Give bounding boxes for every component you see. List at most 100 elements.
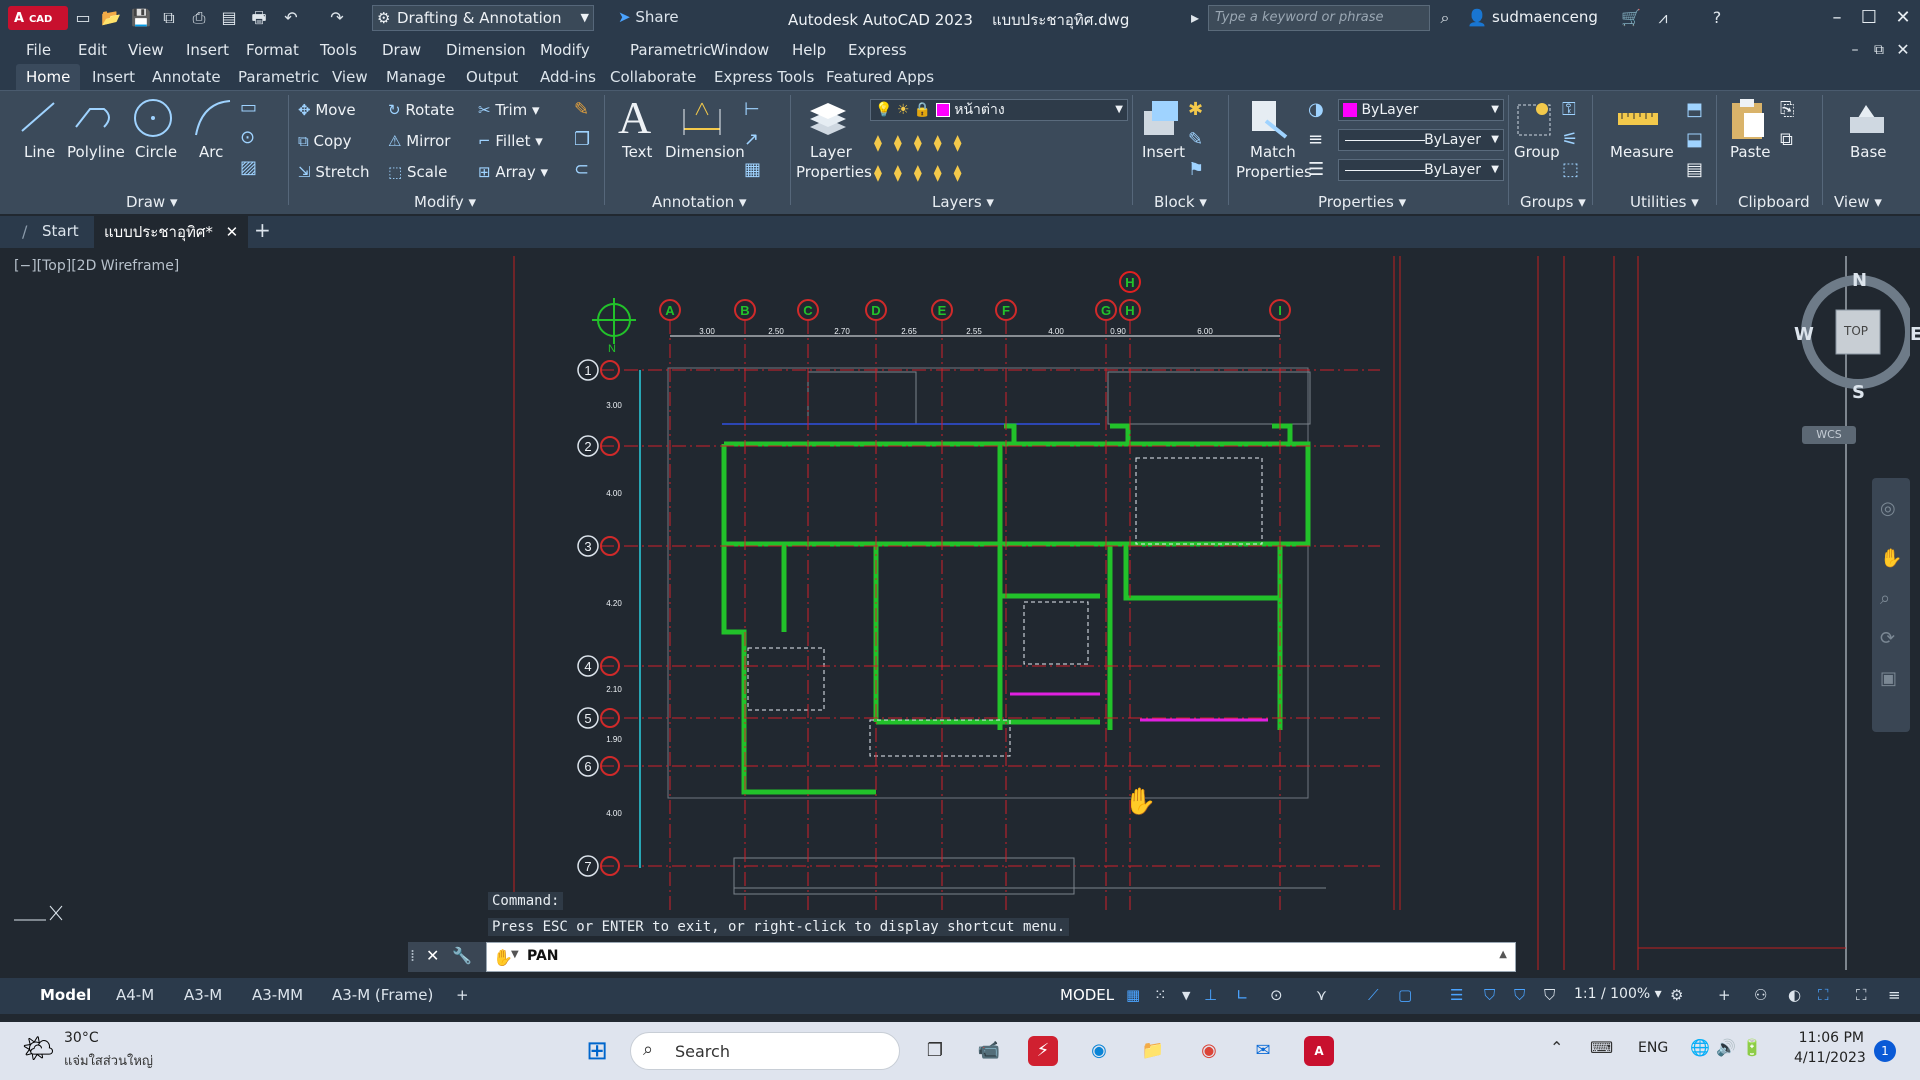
- battery-icon[interactable]: 🔋: [1742, 1038, 1762, 1057]
- layout-tab-a3-m[interactable]: A3-M: [184, 986, 222, 1004]
- viewcube[interactable]: N S W E TOP: [1794, 270, 1920, 403]
- annotation-visibility-icon[interactable]: ⛉: [1484, 986, 1495, 1004]
- keyboard-icon[interactable]: ⌨: [1590, 1038, 1613, 1057]
- isodraft-icon[interactable]: ⋎: [1316, 986, 1327, 1004]
- chevron-up-icon[interactable]: ▲: [1499, 949, 1507, 960]
- grid-bubble-col: G: [1095, 299, 1117, 321]
- wcs-menu[interactable]: WCS: [1802, 426, 1856, 444]
- row-dimension-text: 1.90: [606, 735, 622, 744]
- add-layout-icon[interactable]: +: [456, 986, 469, 1004]
- plus-icon[interactable]: +: [1718, 986, 1731, 1004]
- grid-bubble-col: C: [797, 299, 819, 321]
- grid-bubble-col: I: [1269, 299, 1291, 321]
- osnap-icon[interactable]: ▢: [1398, 986, 1412, 1004]
- annotation-scale-dropdown[interactable]: 1:1 / 100% ▾: [1574, 986, 1662, 1002]
- viewcube-east[interactable]: E: [1910, 324, 1920, 345]
- col-dimension-text: 6.00: [1197, 327, 1213, 336]
- command-history-line-1: Command:: [488, 892, 564, 910]
- row-dimension-text: 4.00: [606, 489, 622, 498]
- workspace-gear-icon[interactable]: ⚙: [1670, 986, 1683, 1004]
- grid-row-label: 7: [584, 859, 591, 874]
- grid-bubble-col: A: [659, 299, 681, 321]
- showmotion-icon[interactable]: ▣: [1880, 668, 1897, 689]
- wrench-icon[interactable]: 🔧: [452, 946, 472, 965]
- grid-row-label: 4: [584, 659, 591, 674]
- chevron-down-icon[interactable]: ▼: [1182, 989, 1190, 1002]
- grid-col-label: D: [871, 303, 880, 318]
- steering-wheel-icon[interactable]: ◎: [1880, 498, 1896, 519]
- command-tools: ⁞ ✕ 🔧: [408, 942, 488, 972]
- grid-bubble-col: D: [865, 299, 887, 321]
- grid-col-label: H: [1125, 275, 1134, 290]
- layout-tab-a3-m-frame-[interactable]: A3-M (Frame): [332, 986, 433, 1004]
- clock-date[interactable]: 4/11/2023: [1794, 1050, 1866, 1066]
- pan-icon[interactable]: ✋: [1880, 548, 1902, 569]
- grid-col-label: I: [1278, 303, 1282, 318]
- row-dimension-text: 4.00: [606, 809, 622, 818]
- mail-icon[interactable]: ✉: [1248, 1036, 1278, 1066]
- grid-col-label: G: [1101, 303, 1111, 318]
- chevron-up-icon[interactable]: ⌃: [1550, 1038, 1563, 1057]
- zoom-icon[interactable]: ⌕: [1880, 588, 1890, 609]
- task-view-icon[interactable]: ❐: [920, 1036, 950, 1066]
- snap-icon[interactable]: ⁙: [1154, 986, 1167, 1004]
- grid-col-label: H: [1125, 303, 1134, 318]
- weather-temp[interactable]: 30°C: [64, 1030, 99, 1046]
- roof-hatch: [807, 371, 917, 425]
- volume-icon[interactable]: 🔊: [1716, 1038, 1736, 1057]
- polar-icon[interactable]: ⊙: [1270, 986, 1283, 1004]
- edge-icon[interactable]: ◉: [1084, 1036, 1114, 1066]
- ortho-icon[interactable]: ∟: [1236, 986, 1249, 1004]
- language-indicator[interactable]: ENG: [1638, 1040, 1668, 1056]
- annotation-scale-icon[interactable]: ⛉: [1544, 986, 1555, 1004]
- object-track-icon[interactable]: ⟋: [1368, 986, 1379, 1004]
- grip-icon[interactable]: ⁞: [410, 946, 415, 965]
- layout-tab-a4-m[interactable]: A4-M: [116, 986, 154, 1004]
- model-space-toggle[interactable]: MODEL: [1060, 986, 1114, 1004]
- taskbar-search[interactable]: ⌕ Search: [630, 1032, 900, 1070]
- chrome-icon[interactable]: ◉: [1194, 1036, 1224, 1066]
- viewcube-south[interactable]: S: [1852, 382, 1865, 403]
- clock-time[interactable]: 11:06 PM: [1794, 1030, 1864, 1046]
- grid-icon[interactable]: ▦: [1126, 986, 1140, 1004]
- grid-bubble-col: E: [931, 299, 953, 321]
- layout-tab-model[interactable]: Model: [40, 986, 91, 1004]
- col-dimension-text: 2.65: [901, 327, 917, 336]
- weather-icon[interactable]: 🌤: [22, 1034, 55, 1064]
- svg-text:N: N: [608, 343, 616, 355]
- grid-col-label: F: [1002, 303, 1010, 318]
- hand-icon: ✋: [493, 948, 513, 967]
- ucs-icon: [14, 905, 63, 921]
- orbit-icon[interactable]: ⟳: [1880, 628, 1895, 649]
- layout-tab-a3-mm[interactable]: A3-MM: [252, 986, 303, 1004]
- isolate-icon[interactable]: ⚇: [1754, 986, 1767, 1004]
- grid-bubble-col: H: [1119, 271, 1141, 293]
- clean-screen-icon[interactable]: ⛶: [1818, 986, 1829, 1004]
- hardware-accel-icon[interactable]: ◐: [1788, 986, 1801, 1004]
- navigation-bar[interactable]: ◎ ✋ ⌕ ⟳ ▣: [1872, 478, 1910, 732]
- autocad-taskbar-icon[interactable]: A: [1304, 1036, 1334, 1066]
- viewcube-west[interactable]: W: [1794, 324, 1814, 345]
- fullscreen-icon[interactable]: ⛶: [1856, 986, 1867, 1004]
- file-explorer-icon[interactable]: 📁: [1138, 1036, 1168, 1066]
- pinned-app-icon[interactable]: ⚡: [1028, 1036, 1058, 1066]
- base-outline: [733, 857, 1075, 895]
- chevron-down-icon[interactable]: ▼: [511, 949, 519, 960]
- weather-desc[interactable]: แจ่มใสส่วนใหญ่: [64, 1050, 153, 1071]
- grid-row-label: 5: [584, 711, 591, 726]
- customize-menu-icon[interactable]: ≡: [1888, 986, 1901, 1004]
- windows-taskbar: 🌤 30°C แจ่มใสส่วนใหญ่ ⊞ ⌕ Search ❐ 📹 ⚡ ◉…: [0, 1022, 1920, 1080]
- teams-icon[interactable]: 📹: [974, 1036, 1004, 1066]
- viewcube-top-face[interactable]: TOP: [1844, 324, 1868, 338]
- command-input[interactable]: ✋ ▼ PAN ▲: [486, 942, 1516, 972]
- windows-start-icon[interactable]: ⊞: [582, 1036, 612, 1066]
- viewcube-north[interactable]: N: [1852, 270, 1867, 291]
- infer-constraints-icon[interactable]: ⊥: [1204, 986, 1217, 1004]
- grid-bubble-col: B: [734, 299, 756, 321]
- network-icon[interactable]: 🌐: [1690, 1038, 1710, 1057]
- auto-scale-icon[interactable]: ⛉: [1514, 986, 1525, 1004]
- grid-lines: [600, 320, 1380, 912]
- close-icon[interactable]: ✕: [426, 946, 439, 965]
- notification-badge[interactable]: 1: [1874, 1040, 1896, 1062]
- lineweight-toggle-icon[interactable]: ☰: [1450, 986, 1463, 1004]
